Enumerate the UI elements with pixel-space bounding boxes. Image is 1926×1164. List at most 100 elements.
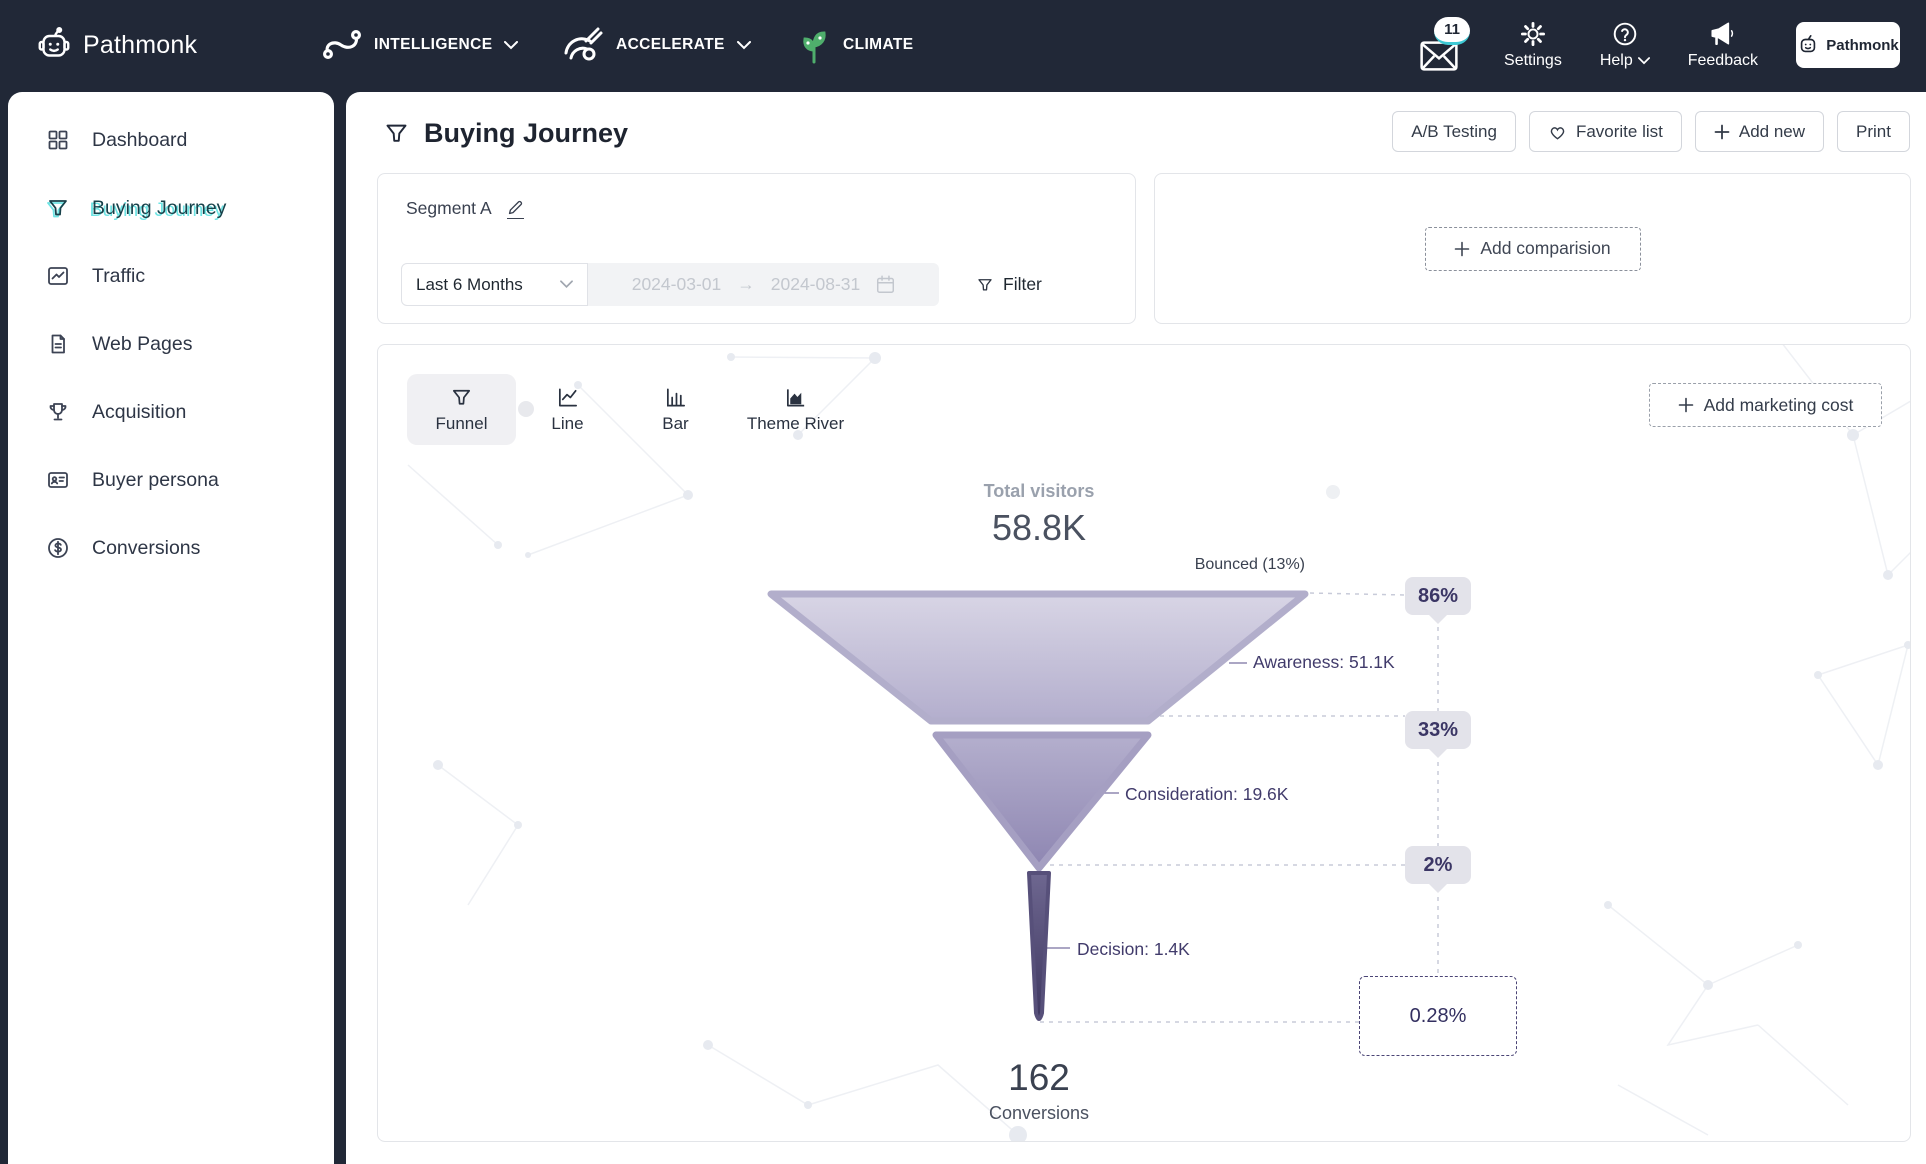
- gear-icon: [1520, 21, 1546, 47]
- arrow-right-icon: →: [737, 274, 755, 295]
- tab-bar[interactable]: Bar: [638, 374, 713, 445]
- total-visitors-label: Total visitors: [939, 481, 1139, 502]
- filter-button[interactable]: Filter: [976, 274, 1042, 295]
- sidebar-item-label: Buyer persona: [92, 469, 219, 492]
- sidebar-item-acquisition[interactable]: Acquisition: [8, 378, 334, 446]
- id-card-icon: [46, 468, 70, 492]
- funnel-icon: [383, 120, 410, 147]
- segment-card: Segment A Last 6 Months 2024-03-01 → 202…: [377, 173, 1136, 324]
- inbox-button[interactable]: 11: [1420, 17, 1466, 73]
- plus-icon: [1678, 397, 1694, 413]
- account-label: Pathmonk: [1826, 37, 1899, 54]
- nav-menu-label: CLIMATE: [843, 36, 914, 54]
- stage-rate-badge: 86%: [1405, 577, 1471, 615]
- add-new-label: Add new: [1739, 122, 1805, 142]
- add-comparison-label: Add comparision: [1480, 238, 1610, 259]
- tab-funnel[interactable]: Funnel: [407, 374, 516, 445]
- comparison-card: Add comparision: [1154, 173, 1911, 324]
- settings-button[interactable]: Settings: [1504, 21, 1562, 70]
- bar-chart-icon: [664, 386, 688, 409]
- dashboard-grid-icon: [46, 128, 70, 152]
- stage-rate-badge: 33%: [1405, 711, 1471, 749]
- calendar-icon: [876, 275, 895, 294]
- print-button[interactable]: Print: [1837, 111, 1910, 152]
- chevron-down-icon: [504, 41, 518, 50]
- total-visitors-value: 58.8K: [939, 507, 1139, 549]
- add-marketing-cost-label: Add marketing cost: [1704, 395, 1854, 416]
- pencil-icon: [507, 199, 524, 216]
- tab-label: Line: [551, 414, 583, 434]
- notification-badge: 11: [1434, 17, 1470, 45]
- add-comparison-button[interactable]: Add comparision: [1425, 227, 1641, 271]
- add-marketing-cost-button[interactable]: Add marketing cost: [1649, 383, 1882, 427]
- main-content: Buying Journey A/B Testing Favorite list…: [346, 92, 1926, 1164]
- funnel-stage-consideration: [936, 735, 1148, 868]
- print-label: Print: [1856, 122, 1891, 142]
- nav-menu-label: ACCELERATE: [616, 36, 725, 54]
- add-new-button[interactable]: Add new: [1695, 111, 1824, 152]
- header-buttons: A/B Testing Favorite list Add new Print: [1392, 111, 1910, 152]
- funnel-icon: [450, 386, 473, 409]
- heart-icon: [1548, 123, 1567, 141]
- sidebar-item-label: Acquisition: [92, 401, 186, 424]
- area-chart-icon: [784, 386, 808, 409]
- page-title-row: Buying Journey: [383, 118, 628, 149]
- tab-label: Theme River: [747, 414, 844, 434]
- brand-name: Pathmonk: [83, 31, 197, 60]
- robot-logo-icon: [36, 27, 72, 63]
- funnel-icon: [976, 276, 994, 294]
- plus-icon: [1454, 241, 1470, 257]
- nav-menu-intelligence[interactable]: INTELLIGENCE: [322, 0, 518, 90]
- top-nav: Pathmonk INTELLIGENCE ACCELERATE: [0, 0, 1926, 90]
- date-preset-select[interactable]: Last 6 Months: [401, 263, 588, 306]
- funnel-stage-decision: [1029, 873, 1049, 1019]
- segment-name: Segment A: [406, 198, 492, 219]
- funnel-icon: [46, 196, 70, 220]
- feedback-button[interactable]: Feedback: [1688, 21, 1758, 70]
- sidebar-item-conversions[interactable]: Conversions: [8, 514, 334, 582]
- trophy-icon: [46, 400, 70, 424]
- edit-segment-button[interactable]: [507, 199, 524, 219]
- sidebar: Dashboard Buying Journey Traffic Web Pag…: [8, 92, 334, 1164]
- sidebar-item-label: Buying Journey: [92, 197, 226, 220]
- funnel-chart: [378, 345, 1911, 1142]
- stage-label-consideration: Consideration: 19.6K: [1125, 784, 1288, 805]
- nav-right-cluster: 11 Settings: [1420, 0, 1900, 90]
- sidebar-item-label: Web Pages: [92, 333, 192, 356]
- ab-testing-label: A/B Testing: [1411, 122, 1497, 142]
- favorite-list-button[interactable]: Favorite list: [1529, 111, 1682, 152]
- chevron-down-icon: [1638, 57, 1650, 65]
- tab-theme-river[interactable]: Theme River: [723, 374, 868, 445]
- robot-account-icon: [1797, 34, 1819, 56]
- ab-testing-button[interactable]: A/B Testing: [1392, 111, 1516, 152]
- conversion-rate-box: 0.28%: [1359, 976, 1517, 1056]
- sidebar-item-label: Conversions: [92, 537, 200, 560]
- tab-line[interactable]: Line: [530, 374, 605, 445]
- conversions-value: 162: [939, 1057, 1139, 1099]
- sidebar-item-traffic[interactable]: Traffic: [8, 242, 334, 310]
- help-label: Help: [1600, 52, 1633, 70]
- help-button[interactable]: Help: [1600, 21, 1650, 70]
- sidebar-item-buying-journey[interactable]: Buying Journey: [8, 174, 334, 242]
- envelope-icon: [1420, 41, 1458, 71]
- dollar-circle-icon: [46, 536, 70, 560]
- date-range-input[interactable]: 2024-03-01 → 2024-08-31: [588, 263, 939, 306]
- brand-logo[interactable]: Pathmonk: [36, 0, 197, 90]
- date-preset-value: Last 6 Months: [416, 275, 523, 295]
- help-icon: [1612, 21, 1638, 47]
- sidebar-item-dashboard[interactable]: Dashboard: [8, 106, 334, 174]
- bounced-label: Bounced (13%): [1105, 556, 1305, 574]
- filter-label: Filter: [1003, 274, 1042, 295]
- date-start-value: 2024-03-01: [632, 274, 722, 295]
- sidebar-item-buyer-persona[interactable]: Buyer persona: [8, 446, 334, 514]
- chevron-down-icon: [560, 280, 573, 289]
- nav-menu-accelerate[interactable]: ACCELERATE: [562, 0, 751, 90]
- account-button[interactable]: Pathmonk: [1796, 22, 1900, 68]
- constellation-decoration: [408, 345, 1911, 1135]
- chevron-down-icon: [737, 41, 751, 50]
- plus-icon: [1714, 124, 1730, 140]
- megaphone-icon: [1709, 21, 1737, 47]
- sidebar-item-label: Dashboard: [92, 129, 187, 152]
- nav-menu-climate[interactable]: CLIMATE: [797, 0, 914, 90]
- sidebar-item-web-pages[interactable]: Web Pages: [8, 310, 334, 378]
